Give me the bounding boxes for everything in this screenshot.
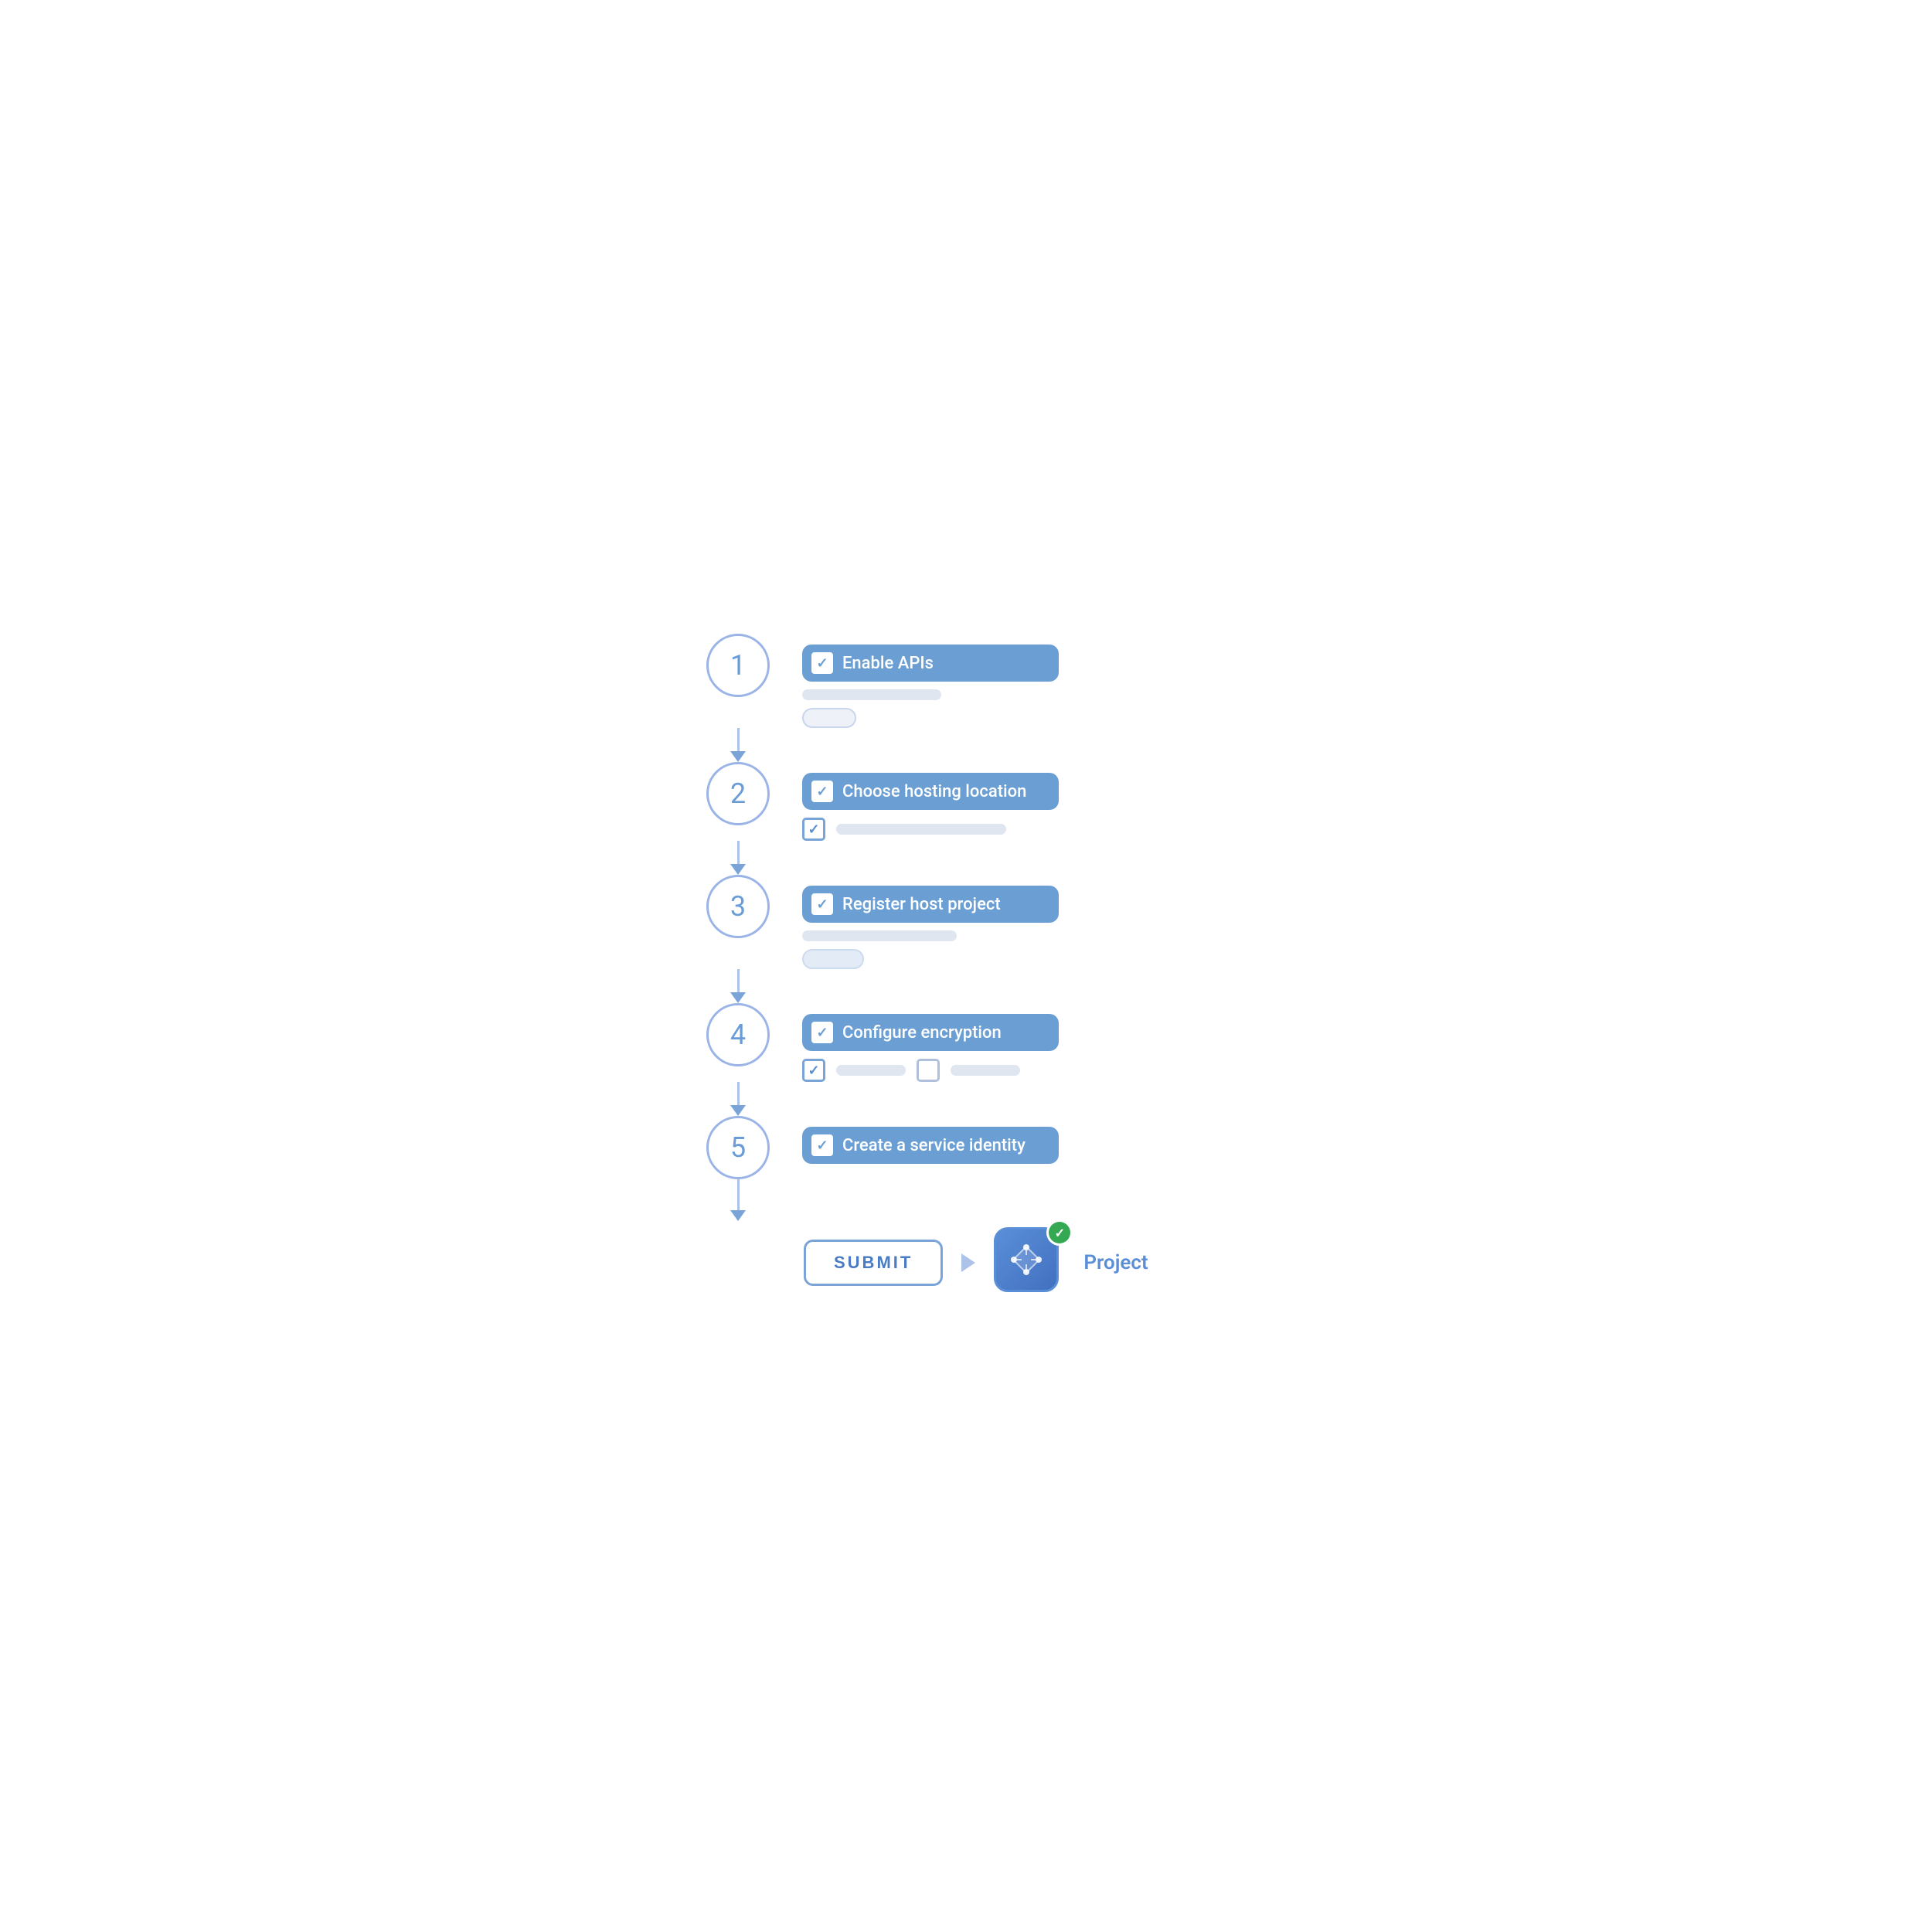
submit-row: SUBMIT ✓ [696,1227,1148,1298]
step-3-left: 3 [696,875,781,938]
step-4-badge-label: Configure encryption [842,1023,1002,1043]
step-1-circle: 1 [706,634,770,697]
step-1-badge: ✓ Enable APIs [802,645,1059,682]
connector-1-2 [696,728,781,762]
connector-5-submit [696,1179,1236,1221]
submit-button[interactable]: SUBMIT [804,1240,943,1286]
step-1-row: 1 ✓ Enable APIs [696,634,1059,728]
step-5-circle: 5 [706,1116,770,1179]
step-4-check-icon: ✓ [811,1022,833,1043]
step-1-bar [802,689,941,700]
step-3-badge: ✓ Register host project [802,886,1059,923]
step-1-check-icon: ✓ [811,652,833,674]
step-3-badge-label: Register host project [842,895,1001,914]
step-5-content: ✓ Create a service identity [781,1116,1059,1164]
step-1-left: 1 [696,634,781,697]
step-4-row: 4 ✓ Configure encryption ✓ [696,1003,1059,1082]
project-label: Project [1083,1251,1148,1274]
project-green-check: ✓ [1046,1219,1073,1246]
step-5-check-icon: ✓ [811,1134,833,1156]
step-1-badge-label: Enable APIs [842,654,934,673]
connector-2-3 [696,841,781,875]
step-5-left: 5 [696,1116,781,1179]
step-4-badge: ✓ Configure encryption [802,1014,1059,1051]
step-5-badge-label: Create a service identity [842,1136,1026,1155]
step-3-check-icon: ✓ [811,893,833,915]
step-2-badge-label: Choose hosting location [842,782,1026,801]
step-4-content: ✓ Configure encryption ✓ [781,1003,1059,1082]
step-4-checkbox-unchecked [917,1059,940,1082]
connector-3-4 [696,969,781,1003]
step-1-content: ✓ Enable APIs [781,634,1059,728]
step-4-bar-small2 [951,1065,1020,1076]
step-5-row: 5 ✓ Create a service identity [696,1116,1059,1179]
step-4-left: 4 [696,1003,781,1066]
step-2-bar [836,824,1006,835]
step-4-checkbox-checked: ✓ [802,1059,825,1082]
step-2-circle: 2 [706,762,770,825]
step-3-content: ✓ Register host project [781,875,1059,969]
step-2-checkbox: ✓ [802,818,825,841]
step-3-pill [802,949,864,969]
step-2-row: 2 ✓ Choose hosting location ✓ [696,762,1059,841]
step-2-checkbox-row: ✓ [802,818,1059,841]
step-3-circle: 3 [706,875,770,938]
step-2-content: ✓ Choose hosting location ✓ [781,762,1059,841]
step-4-circle: 4 [706,1003,770,1066]
step-2-badge: ✓ Choose hosting location [802,773,1059,810]
project-symbol-icon [1009,1242,1044,1277]
project-icon-wrapper: ✓ [994,1227,1065,1298]
arrow-right-icon [961,1253,975,1272]
diagram-container: 1 ✓ Enable APIs 2 ✓ Choose hosting locat… [696,634,1236,1298]
step-5-badge: ✓ Create a service identity [802,1127,1059,1164]
step-4-bar-small [836,1065,906,1076]
step-2-left: 2 [696,762,781,825]
step-2-check-icon: ✓ [811,781,833,802]
step-3-row: 3 ✓ Register host project [696,875,1059,969]
step-1-pill [802,708,856,728]
step-4-controls-row: ✓ [802,1059,1059,1082]
step-3-bar [802,930,957,941]
connector-4-5 [696,1082,781,1116]
